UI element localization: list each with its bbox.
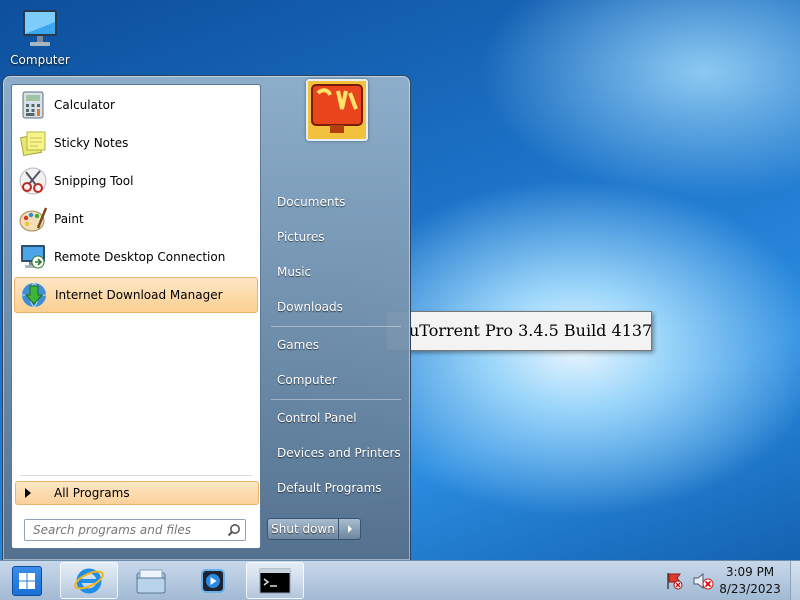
- tooltip: uTorrent Pro 3.4.5 Build 41372...: [386, 311, 652, 351]
- start-item-label: Calculator: [54, 98, 115, 112]
- start-right-default-programs[interactable]: Default Programs: [269, 473, 404, 503]
- show-desktop-button[interactable]: [790, 561, 800, 600]
- action-center-flag-icon[interactable]: [664, 571, 684, 591]
- start-menu-programs-pane: Calculator Sticky Notes Snipping Tool Pa…: [11, 84, 261, 549]
- search-icon[interactable]: [227, 523, 241, 537]
- system-clock[interactable]: 3:09 PM 8/23/2023: [716, 564, 784, 598]
- shutdown-control: Shut down: [267, 518, 363, 542]
- start-item-internet-download-manager[interactable]: Internet Download Manager: [14, 277, 258, 313]
- start-right-documents[interactable]: Documents: [269, 187, 404, 217]
- start-item-label: Internet Download Manager: [55, 288, 223, 302]
- shutdown-button[interactable]: Shut down: [267, 518, 339, 540]
- remote-desktop-icon: [21, 245, 45, 269]
- start-right-user-name[interactable]: [269, 152, 404, 182]
- start-item-remote-desktop[interactable]: Remote Desktop Connection: [14, 239, 258, 275]
- scissors-icon: [19, 167, 47, 195]
- libraries-folder-icon: [136, 569, 166, 593]
- start-item-label: Paint: [54, 212, 84, 226]
- start-item-paint[interactable]: Paint: [14, 201, 258, 237]
- divider: [271, 399, 401, 400]
- search-input[interactable]: [33, 523, 219, 537]
- media-player-icon: [201, 568, 225, 593]
- user-avatar[interactable]: [306, 79, 368, 141]
- start-item-label: Sticky Notes: [54, 136, 129, 150]
- shutdown-options-button[interactable]: [339, 518, 361, 540]
- start-item-calculator[interactable]: Calculator: [14, 87, 258, 123]
- start-menu: Calculator Sticky Notes Snipping Tool Pa…: [2, 75, 411, 561]
- divider: [271, 326, 401, 327]
- start-item-sticky-notes[interactable]: Sticky Notes: [14, 125, 258, 161]
- start-right-music[interactable]: Music: [269, 257, 404, 287]
- start-search-box[interactable]: [24, 519, 246, 541]
- start-item-label: Snipping Tool: [54, 174, 134, 188]
- chevron-right-icon: [347, 525, 352, 533]
- start-right-games[interactable]: Games: [269, 330, 404, 360]
- all-programs-label: All Programs: [54, 486, 130, 500]
- taskbar-libraries[interactable]: [124, 562, 178, 599]
- start-right-downloads[interactable]: Downloads: [269, 292, 404, 322]
- paint-palette-icon: [19, 207, 48, 232]
- desktop-icon-label: Computer: [10, 53, 70, 67]
- taskbar-media-player[interactable]: [186, 562, 240, 599]
- internet-explorer-icon: [74, 568, 104, 593]
- notification-area: [664, 561, 714, 600]
- start-right-computer[interactable]: Computer: [269, 365, 404, 395]
- taskbar-command-prompt[interactable]: [246, 562, 304, 599]
- volume-muted-icon[interactable]: [692, 571, 714, 591]
- clock-date: 8/23/2023: [719, 582, 781, 596]
- calculator-icon: [22, 91, 44, 119]
- avatar-image: [308, 81, 366, 139]
- idm-globe-icon: [22, 282, 46, 308]
- start-right-devices-and-printers[interactable]: Devices and Printers: [269, 438, 404, 468]
- taskbar-internet-explorer[interactable]: [60, 562, 118, 599]
- triangle-right-icon: [25, 488, 31, 498]
- start-button[interactable]: [12, 566, 42, 596]
- clock-time: 3:09 PM: [725, 565, 775, 579]
- windows-logo-icon: [19, 573, 35, 589]
- start-right-pictures[interactable]: Pictures: [269, 222, 404, 252]
- command-prompt-icon: [259, 568, 291, 593]
- sticky-notes-icon: [19, 131, 46, 157]
- start-right-control-panel[interactable]: Control Panel: [269, 403, 404, 433]
- start-item-snipping-tool[interactable]: Snipping Tool: [14, 163, 258, 199]
- taskbar: 3:09 PM 8/23/2023: [0, 560, 800, 600]
- monitor-icon: [23, 10, 57, 46]
- divider: [20, 475, 252, 476]
- desktop-icon-computer[interactable]: Computer: [6, 6, 74, 67]
- start-item-label: Remote Desktop Connection: [54, 250, 226, 264]
- all-programs-button[interactable]: All Programs: [15, 481, 259, 505]
